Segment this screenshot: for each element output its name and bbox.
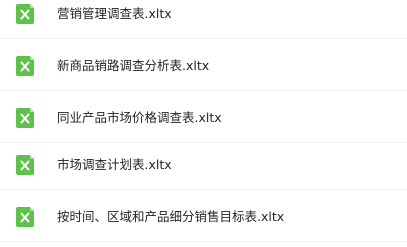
excel-template-icon (16, 56, 36, 76)
file-row[interactable]: 新商品销路调查分析表.xltx (0, 42, 407, 91)
file-row[interactable]: 市场调查计划表.xltx (0, 141, 407, 190)
file-name: 市场调查计划表.xltx (57, 157, 172, 172)
excel-template-icon (16, 155, 36, 175)
excel-template-icon (16, 207, 36, 227)
file-row[interactable]: 同业产品市场价格调查表.xltx (0, 94, 407, 143)
file-name: 按时间、区域和产品细分销售目标表.xltx (57, 209, 285, 224)
file-row[interactable]: 按时间、区域和产品细分销售目标表.xltx (0, 193, 407, 242)
file-name: 营销管理调查表.xltx (57, 6, 172, 21)
excel-template-icon (16, 108, 36, 128)
file-name: 新商品销路调查分析表.xltx (57, 58, 210, 73)
file-list: 营销管理调查表.xltx 新商品销路调查分析表.xltx 同业产品市场价格调查表… (0, 0, 407, 247)
excel-template-icon (16, 4, 36, 24)
file-name: 同业产品市场价格调查表.xltx (57, 110, 222, 125)
file-row[interactable]: 营销管理调查表.xltx (0, 0, 407, 39)
